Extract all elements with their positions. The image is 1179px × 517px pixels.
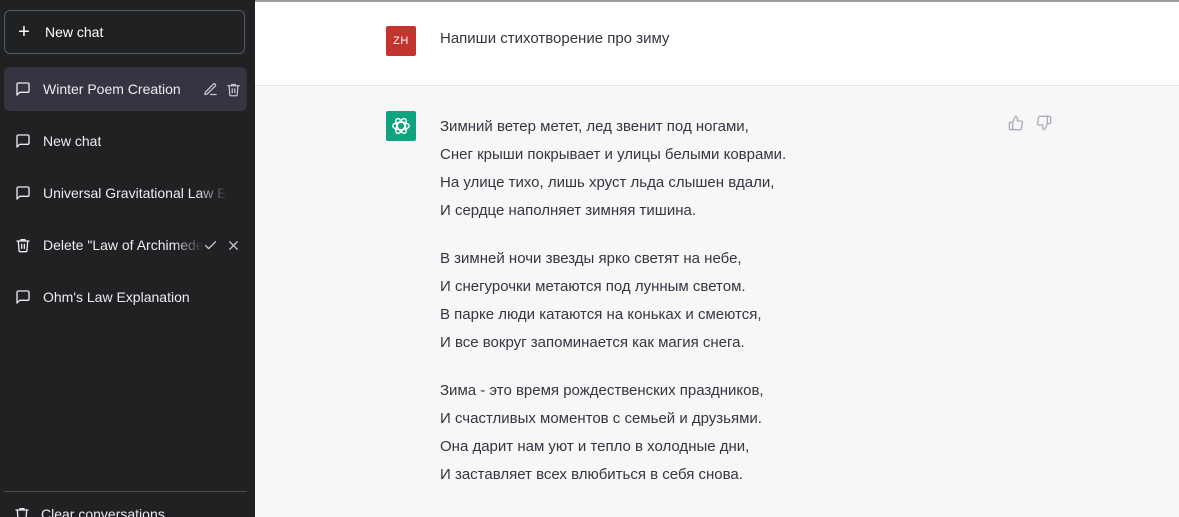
poem-line: И все вокруг запоминается как магия снег… <box>440 334 745 351</box>
poem-line: Зима - это время рождественских праздник… <box>440 382 764 399</box>
trash-icon <box>14 236 32 254</box>
poem-stanza: В зимней ночи звезды ярко светят на небе… <box>440 245 1000 357</box>
sidebar-divider <box>4 491 247 492</box>
poem-line: На улице тихо, лишь хруст льда слышен вд… <box>440 174 775 191</box>
poem-line: В зимней ночи звезды ярко светят на небе… <box>440 250 742 267</box>
sidebar: + New chat Winter Poem Creation New chat… <box>0 0 255 517</box>
poem-line: В парке люди катаются на коньках и смеют… <box>440 306 762 323</box>
chat-bubble-icon <box>14 184 32 202</box>
thumbs-up-icon[interactable] <box>1008 115 1024 131</box>
clear-conversations-button[interactable]: Clear conversations <box>14 506 165 517</box>
clear-conversations-label: Clear conversations <box>41 506 165 517</box>
trash-icon <box>14 506 30 517</box>
chat-bubble-icon <box>14 80 32 98</box>
sidebar-item-new-chat[interactable]: New chat <box>4 119 247 163</box>
trash-icon[interactable] <box>226 82 241 97</box>
poem-stanza: Зима - это время рождественских праздник… <box>440 377 1000 489</box>
sidebar-item-label: New chat <box>43 133 102 149</box>
user-message-text: Напиши стихотворение про зиму <box>440 30 670 47</box>
poem-line: И счастливых моментов с семьей и друзьям… <box>440 410 762 427</box>
assistant-message-text: Зимний ветер метет, лед звенит под ногам… <box>440 113 1000 509</box>
sidebar-item-label: Universal Gravitational Law E <box>43 185 227 201</box>
close-icon[interactable] <box>226 238 241 253</box>
poem-line: Она дарит нам уют и тепло в холодные дни… <box>440 438 750 455</box>
user-avatar: ZH <box>386 26 416 56</box>
sidebar-item-universal-gravitational-law[interactable]: Universal Gravitational Law E <box>4 171 247 215</box>
plus-icon: + <box>18 21 30 43</box>
sidebar-item-winter-poem-creation[interactable]: Winter Poem Creation <box>4 67 247 111</box>
poem-line: И сердце наполняет зимняя тишина. <box>440 202 696 219</box>
new-chat-label: New chat <box>45 24 104 40</box>
openai-logo-icon <box>386 111 416 141</box>
sidebar-item-delete-confirm[interactable]: Delete "Law of Archimedes" E <box>4 223 247 267</box>
feedback-buttons <box>1008 115 1052 131</box>
poem-line: Снег крыши покрывает и улицы белыми ковр… <box>440 146 787 163</box>
sidebar-item-label: Ohm's Law Explanation <box>43 289 190 305</box>
sidebar-item-ohms-law[interactable]: Ohm's Law Explanation <box>4 275 247 319</box>
poem-stanza: Зимний ветер метет, лед звенит под ногам… <box>440 113 1000 225</box>
poem-line: И снегурочки метаются под лунным светом. <box>440 278 746 295</box>
chat-main: ZH Напиши стихотворение про зиму Зимний … <box>255 0 1179 517</box>
thumbs-down-icon[interactable] <box>1036 115 1052 131</box>
chat-bubble-icon <box>14 288 32 306</box>
sidebar-item-label: Winter Poem Creation <box>43 81 181 97</box>
assistant-message-row: Зимний ветер метет, лед звенит под ногам… <box>255 86 1179 517</box>
new-chat-button[interactable]: + New chat <box>4 10 245 54</box>
poem-line: И заставляет всех влюбиться в себя снова… <box>440 466 743 483</box>
poem-line: Зимний ветер метет, лед звенит под ногам… <box>440 118 749 135</box>
user-message-row: ZH Напиши стихотворение про зиму <box>255 2 1179 86</box>
sidebar-item-label: Delete "Law of Archimedes" E <box>43 237 203 253</box>
check-icon[interactable] <box>203 238 218 253</box>
chat-bubble-icon <box>14 132 32 150</box>
edit-icon[interactable] <box>203 82 218 97</box>
